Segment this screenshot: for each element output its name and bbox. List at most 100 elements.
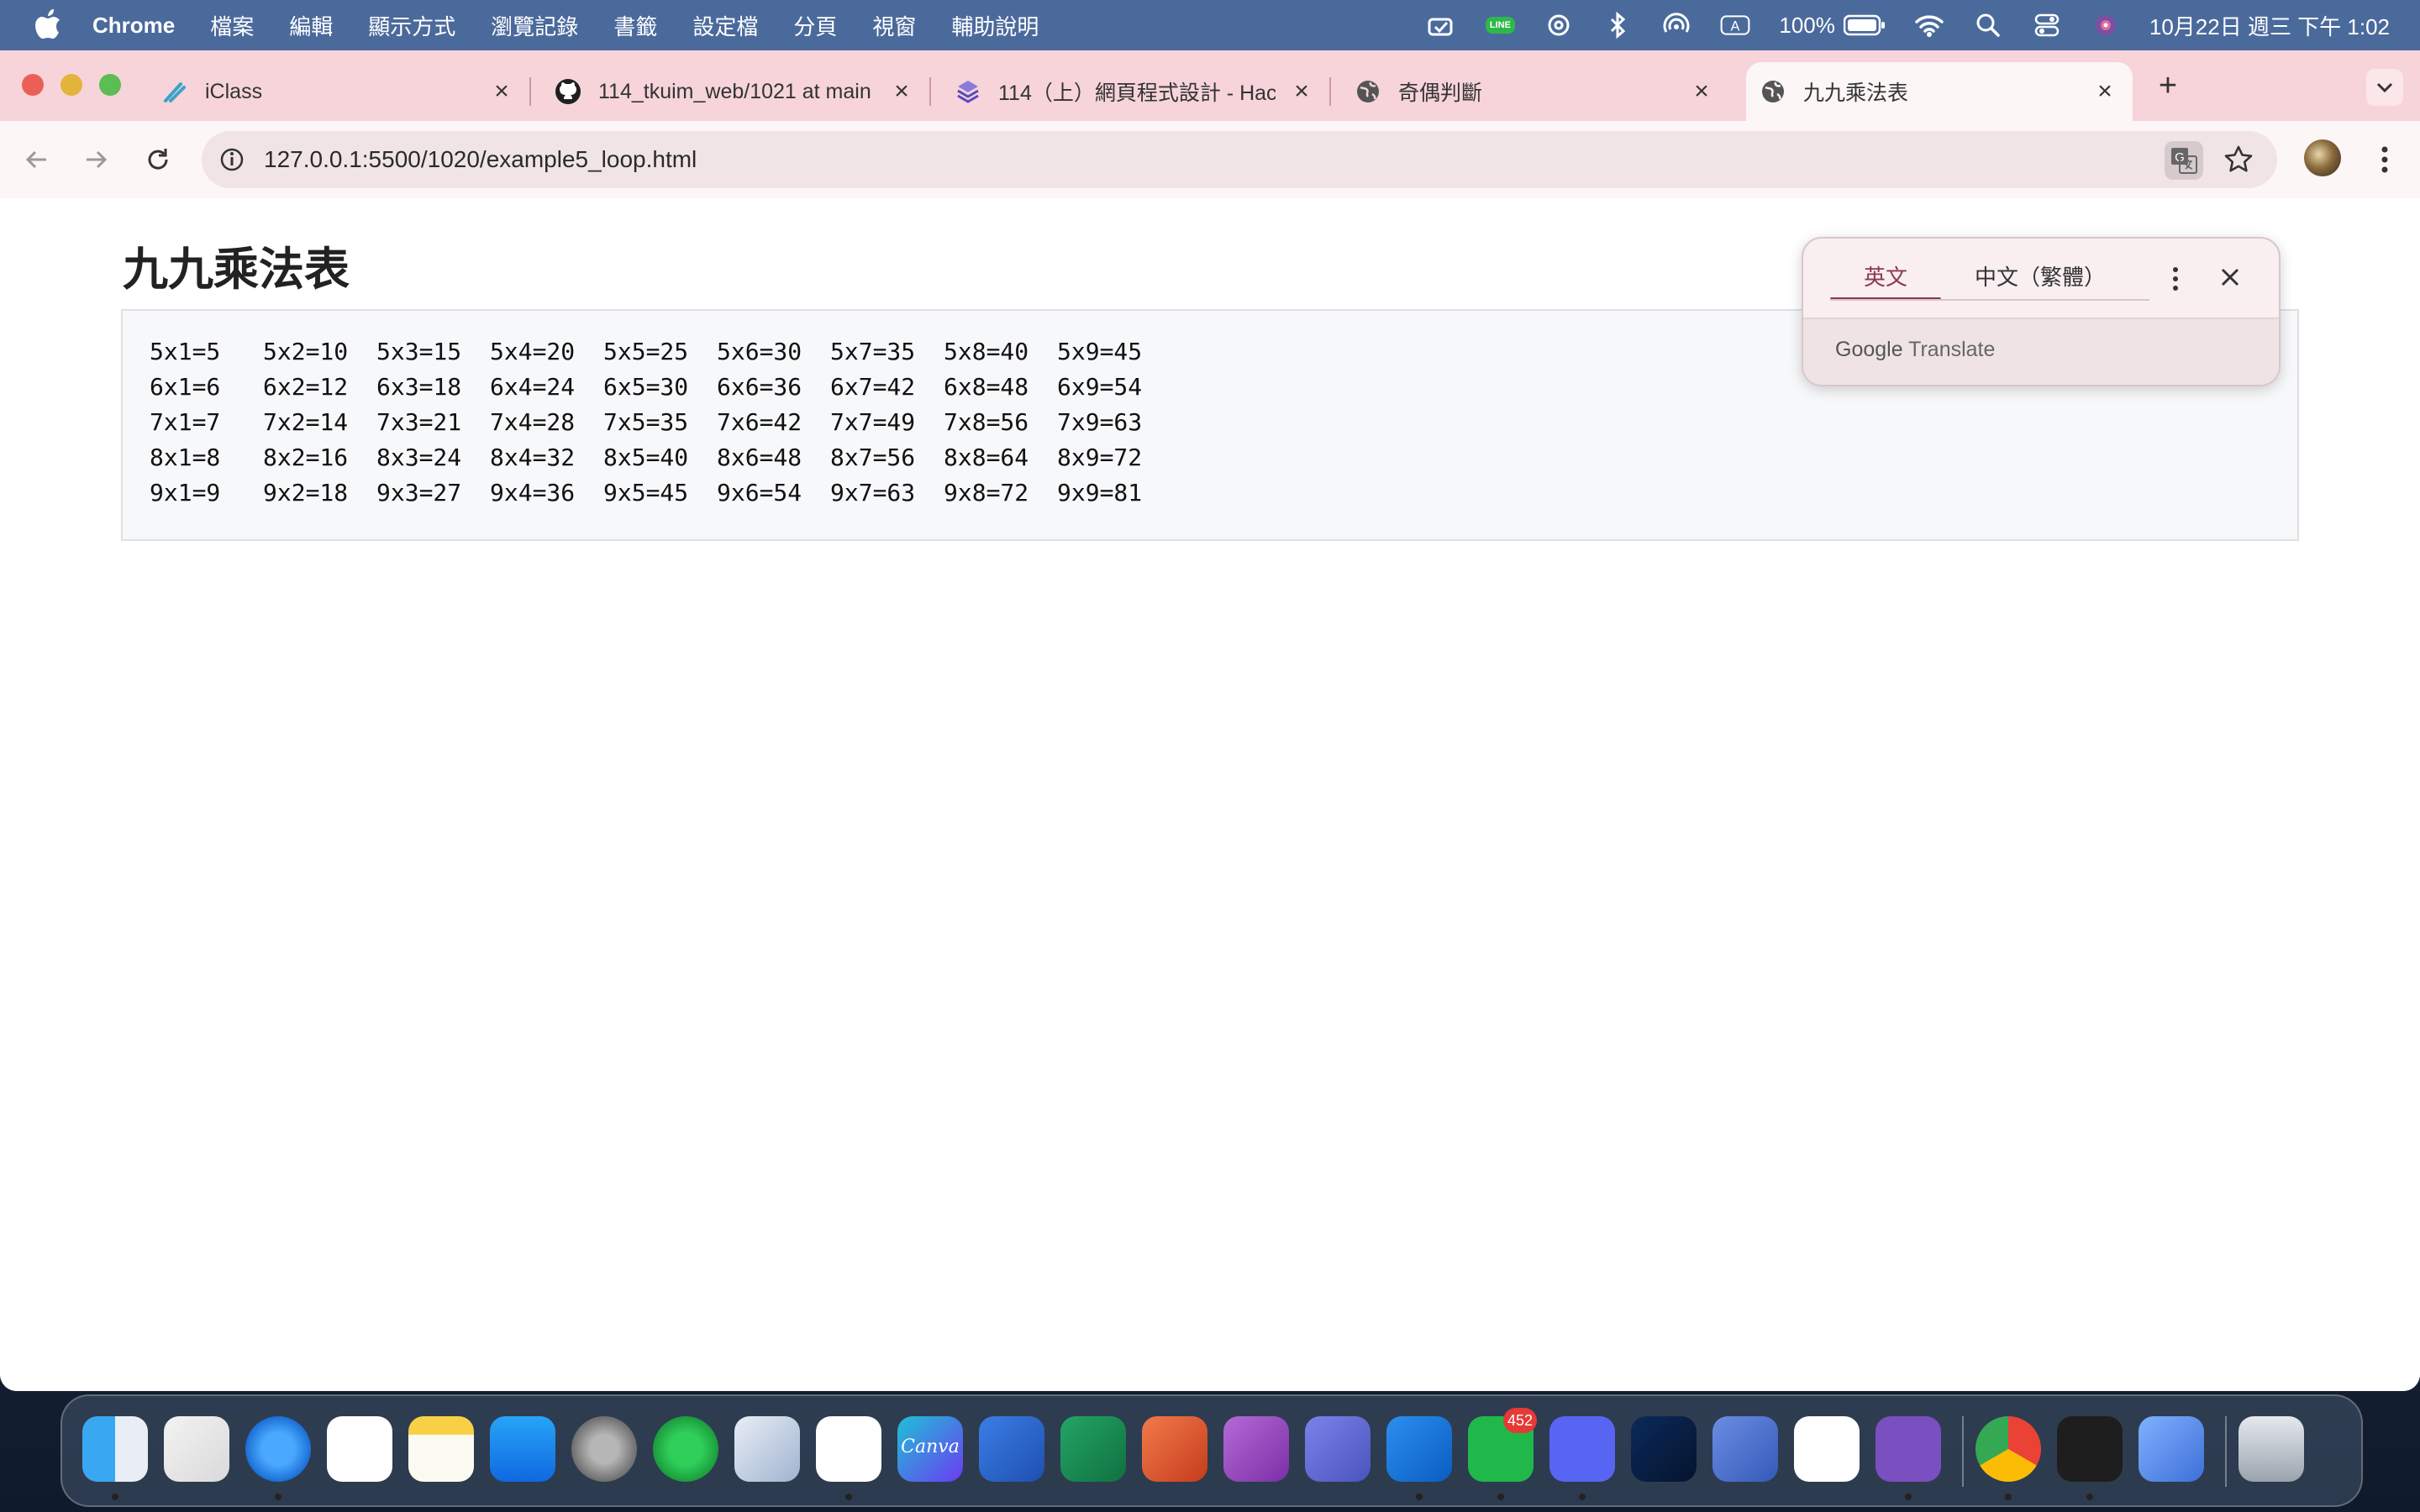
table-cell: 8x1=8 bbox=[150, 444, 221, 471]
finder-icon[interactable] bbox=[82, 1416, 148, 1482]
onenote-icon[interactable] bbox=[1223, 1416, 1289, 1482]
running-indicator bbox=[2005, 1494, 2012, 1500]
launchpad-icon[interactable] bbox=[164, 1416, 229, 1482]
system-settings-icon[interactable] bbox=[571, 1416, 637, 1482]
cleaner-icon[interactable] bbox=[2139, 1416, 2204, 1482]
line-icon[interactable]: 452 bbox=[1468, 1408, 1537, 1482]
tab-close-icon[interactable]: × bbox=[889, 79, 914, 104]
tab-close-icon[interactable]: × bbox=[489, 79, 514, 104]
close-icon[interactable] bbox=[2213, 260, 2247, 294]
table-cell: 9x9=81 bbox=[1057, 479, 1143, 507]
target-language-tab[interactable]: 中文（繁體） bbox=[1941, 259, 2139, 301]
vscode-icon[interactable] bbox=[1794, 1416, 1860, 1482]
tab-github[interactable]: 114_tkuim_web/1021 at main × bbox=[555, 62, 931, 121]
back-button[interactable] bbox=[18, 141, 55, 178]
discord-icon[interactable] bbox=[1549, 1416, 1615, 1482]
forward-button[interactable] bbox=[77, 141, 114, 178]
tab-strip: iClass × 114_tkuim_web/1021 at main × 11… bbox=[0, 50, 2420, 121]
virtualbox-icon[interactable] bbox=[734, 1416, 800, 1482]
reminders-icon[interactable] bbox=[327, 1416, 392, 1482]
new-tab-button[interactable]: + bbox=[2151, 69, 2185, 102]
disney-plus-icon[interactable] bbox=[1631, 1416, 1697, 1482]
find-my-icon[interactable] bbox=[653, 1416, 718, 1482]
reload-button[interactable] bbox=[139, 141, 176, 178]
source-language-tab[interactable]: 英文 bbox=[1830, 259, 1942, 301]
hackmd-icon bbox=[955, 78, 981, 105]
trash-icon[interactable] bbox=[2238, 1416, 2304, 1482]
translate-button[interactable]: G bbox=[2165, 141, 2203, 180]
window-minimize-button[interactable] bbox=[60, 74, 82, 96]
browser-toolbar: 127.0.0.1:5500/1020/example5_loop.html G bbox=[0, 121, 2420, 200]
tab-title: 奇偶判斷 bbox=[1398, 81, 1483, 105]
battery-status[interactable]: 100% bbox=[1779, 13, 1886, 39]
running-indicator bbox=[1416, 1494, 1423, 1500]
chrome-icon[interactable] bbox=[1975, 1416, 2041, 1482]
tab-close-icon[interactable]: × bbox=[2092, 79, 2118, 104]
menu-view[interactable]: 顯示方式 bbox=[368, 10, 455, 41]
input-method-icon[interactable]: A bbox=[1720, 10, 1750, 40]
table-row: 7x1=7 7x2=14 7x3=21 7x4=28 7x5=35 7x6=42 7x7=4… bbox=[150, 408, 1171, 444]
tab-hackmd[interactable]: 114（上）網頁程式設計 - Hack × bbox=[955, 62, 1331, 121]
table-cell: 7x5=35 bbox=[603, 408, 689, 436]
menu-app-name[interactable]: Chrome bbox=[92, 13, 175, 39]
clock-datetime[interactable]: 10月22日 週三 下午 1:02 bbox=[2149, 10, 2390, 41]
profile-avatar[interactable] bbox=[2304, 139, 2341, 176]
github-desktop-icon[interactable] bbox=[1876, 1416, 1941, 1482]
translate-icon: G bbox=[2171, 148, 2197, 174]
table-cell: 8x7=56 bbox=[830, 444, 916, 471]
tab-title: 九九乘法表 bbox=[1803, 81, 1909, 105]
bookmark-star-icon[interactable] bbox=[2222, 143, 2255, 176]
tab-odd-even[interactable]: 奇偶判斷 × bbox=[1355, 62, 1729, 121]
table-cell: 7x3=21 bbox=[376, 408, 462, 436]
outlook-icon[interactable] bbox=[1386, 1416, 1452, 1482]
tab-title: 114（上）網頁程式設計 - Hack bbox=[998, 81, 1276, 105]
chatgpt-icon[interactable] bbox=[816, 1416, 881, 1482]
menu-bookmarks[interactable]: 書籤 bbox=[613, 10, 657, 41]
menu-window[interactable]: 視窗 bbox=[872, 10, 916, 41]
window-close-button[interactable] bbox=[22, 74, 44, 96]
terminal-icon[interactable] bbox=[2057, 1416, 2123, 1482]
tab-close-icon[interactable]: × bbox=[1689, 79, 1714, 104]
menu-edit[interactable]: 編輯 bbox=[289, 10, 333, 41]
menu-help[interactable]: 輔助說明 bbox=[951, 10, 1039, 41]
bluetooth-icon[interactable] bbox=[1602, 10, 1633, 40]
chatgpt-status-icon[interactable] bbox=[1544, 10, 1574, 40]
menu-tab[interactable]: 分頁 bbox=[793, 10, 837, 41]
menu-profiles[interactable]: 設定檔 bbox=[692, 10, 758, 41]
site-info-icon[interactable] bbox=[215, 143, 249, 176]
notes-icon[interactable] bbox=[408, 1416, 474, 1482]
menu-history[interactable]: 瀏覽記錄 bbox=[491, 10, 578, 41]
table-cell: 6x7=42 bbox=[830, 373, 916, 401]
siri-icon[interactable] bbox=[2091, 10, 2121, 40]
google-brand-text: Google bbox=[1835, 338, 1903, 361]
tab-iclass[interactable]: iClass × bbox=[155, 62, 531, 121]
app-store-icon[interactable] bbox=[490, 1416, 555, 1482]
cloud-sync-icon[interactable] bbox=[1426, 10, 1456, 40]
url-text[interactable]: 127.0.0.1:5500/1020/example5_loop.html bbox=[264, 146, 697, 173]
safari-icon[interactable] bbox=[245, 1416, 311, 1482]
powerpoint-icon[interactable] bbox=[1142, 1416, 1207, 1482]
table-cell: 5x2=10 bbox=[263, 338, 349, 365]
translate-options-icon[interactable] bbox=[2163, 262, 2188, 296]
table-cell: 5x9=45 bbox=[1057, 338, 1143, 365]
canva-icon[interactable]: Canva bbox=[897, 1416, 963, 1482]
word-icon[interactable] bbox=[979, 1416, 1044, 1482]
wifi-icon[interactable] bbox=[1914, 10, 1944, 40]
running-indicator bbox=[275, 1494, 281, 1500]
control-center-icon[interactable] bbox=[2032, 10, 2062, 40]
tab-close-icon[interactable]: × bbox=[1289, 79, 1314, 104]
spotlight-search-icon[interactable] bbox=[1973, 10, 2003, 40]
airdrop-icon[interactable] bbox=[1661, 10, 1691, 40]
tab-multiplication-table-active[interactable]: 九九乘法表 × bbox=[1746, 62, 2133, 121]
table-row: 5x1=5 5x2=10 5x3=15 5x4=20 5x5=25 5x6=30 5x7=3… bbox=[150, 338, 1171, 373]
more-vertical-icon[interactable] bbox=[2368, 141, 2402, 178]
simulator-icon[interactable] bbox=[1712, 1416, 1778, 1482]
window-fullscreen-button[interactable] bbox=[99, 74, 121, 96]
excel-icon[interactable] bbox=[1060, 1416, 1126, 1482]
line-status-icon[interactable]: LINE bbox=[1485, 10, 1515, 40]
tab-search-button[interactable] bbox=[2366, 69, 2403, 106]
apple-icon[interactable] bbox=[34, 9, 62, 41]
menu-file[interactable]: 檔案 bbox=[210, 10, 254, 41]
teams-icon[interactable] bbox=[1305, 1416, 1370, 1482]
address-bar[interactable]: 127.0.0.1:5500/1020/example5_loop.html G bbox=[202, 131, 2277, 188]
